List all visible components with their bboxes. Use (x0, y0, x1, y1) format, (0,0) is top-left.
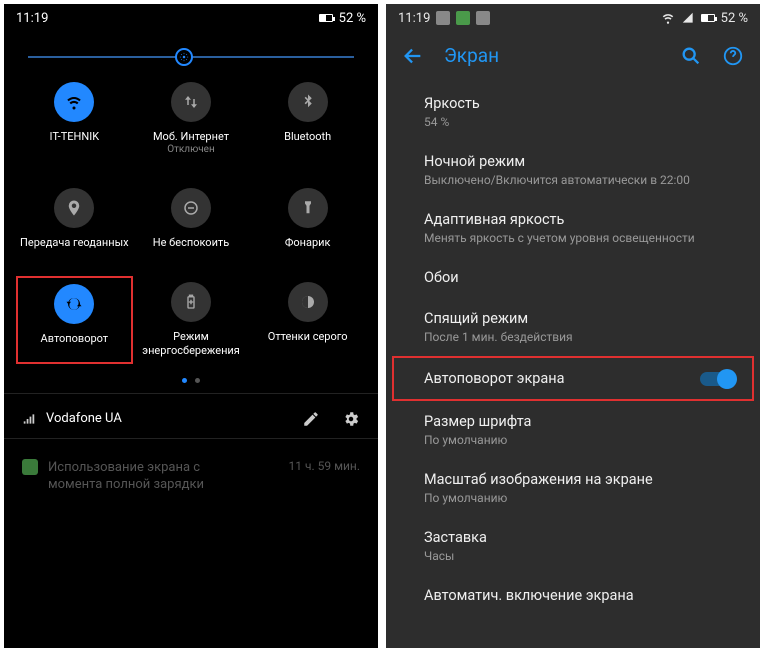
qs-tile-label: Передача геоданных (20, 236, 129, 250)
setting-title: Размер шрифта (424, 413, 531, 430)
signal-status-icon (681, 11, 695, 25)
battery-percent: 52 % (721, 11, 748, 26)
notif-app-icon (22, 459, 38, 475)
qs-tile-sublabel: Отключен (167, 144, 215, 157)
qs-tile-dnd[interactable]: Не беспокоить (133, 182, 250, 256)
help-button[interactable] (722, 45, 744, 67)
setting-brightness[interactable]: Яркость 54 % (386, 83, 760, 141)
carrier-row: Vodafone UA (4, 400, 378, 438)
setting-title: Адаптивная яркость (424, 211, 695, 228)
status-bar: 11:19 52 % (386, 4, 760, 32)
quick-settings-grid: IT-TEHNIK Моб. Интернет Отключен Bluetoo… (4, 68, 378, 364)
qs-tile-label: Моб. Интернет (153, 130, 229, 144)
autorotate-icon (54, 284, 94, 324)
mobile-data-icon (171, 82, 211, 122)
qs-tile-location[interactable]: Передача геоданных (16, 182, 133, 256)
display-settings-screen: 11:19 52 % Экран (386, 4, 760, 648)
setting-title: Автоматич. включение экрана (424, 587, 634, 604)
qs-tile-wifi[interactable]: IT-TEHNIK (16, 76, 133, 162)
setting-auto-screen-on[interactable]: Автоматич. включение экрана (386, 575, 760, 616)
setting-title: Масштаб изображения на экране (424, 471, 653, 488)
qs-tile-label: Bluetooth (284, 130, 331, 144)
wifi-icon (54, 82, 94, 122)
setting-sub: По умолчанию (424, 433, 531, 447)
battery-percent: 52 % (339, 11, 366, 26)
quick-settings-panel: 11:19 52 % IT-TEHNIK Моб. Интернет Отклю… (4, 4, 378, 648)
status-app-icon (456, 11, 470, 25)
setting-autorotate[interactable]: Автоповорот экрана (392, 356, 754, 401)
dnd-icon (171, 188, 211, 228)
setting-title: Спящий режим (424, 310, 573, 327)
qs-tile-label: Оттенки серого (268, 330, 348, 344)
bluetooth-icon (288, 82, 328, 122)
setting-sub: Часы (424, 549, 487, 563)
brightness-thumb-icon[interactable] (175, 48, 193, 66)
qs-tile-label: Автоповорот (41, 332, 109, 346)
battery-icon (319, 14, 333, 22)
setting-sleep[interactable]: Спящий режим После 1 мин. бездействия (386, 298, 760, 356)
pager-dot (182, 378, 187, 383)
pager-dots (4, 364, 378, 393)
setting-title: Автоповорот экрана (424, 370, 565, 387)
qs-tile-label: Режим энергосбережения (137, 330, 246, 358)
qs-tile-label: IT-TEHNIK (50, 130, 100, 144)
setting-display-scale[interactable]: Масштаб изображения на экране По умолчан… (386, 459, 760, 517)
carrier-name: Vodafone UA (46, 411, 122, 426)
qs-tile-flashlight[interactable]: Фонарик (249, 182, 366, 256)
setting-title: Яркость (424, 95, 480, 112)
settings-button[interactable] (342, 410, 360, 428)
notification[interactable]: Использование экрана с момента полной за… (4, 445, 378, 494)
status-time: 11:19 (398, 11, 430, 26)
signal-icon (22, 412, 36, 426)
status-app-icon (436, 11, 450, 25)
qs-tile-bluetooth[interactable]: Bluetooth (249, 76, 366, 162)
setting-sub: Выключено/Включится автоматически в 22:0… (424, 173, 690, 187)
setting-sub: Менять яркость с учетом уровня освещенно… (424, 231, 695, 245)
status-bar: 11:19 52 % (4, 4, 378, 32)
grayscale-icon (288, 282, 328, 322)
qs-tile-mobile-data[interactable]: Моб. Интернет Отключен (133, 76, 250, 162)
setting-wallpaper[interactable]: Обои (386, 257, 760, 298)
setting-title: Заставка (424, 529, 487, 546)
setting-font-size[interactable]: Размер шрифта По умолчанию (386, 401, 760, 459)
pager-dot (195, 378, 200, 383)
notif-title: Использование экрана с (48, 459, 204, 477)
setting-screensaver[interactable]: Заставка Часы (386, 517, 760, 575)
battery-icon (701, 14, 715, 22)
setting-sub: По умолчанию (424, 491, 653, 505)
back-button[interactable] (402, 45, 424, 67)
setting-title: Ночной режим (424, 153, 690, 170)
status-app-icons (436, 11, 490, 25)
notif-sub: момента полной зарядки (48, 476, 204, 494)
qs-tile-battery-saver[interactable]: Режим энергосбережения (133, 276, 250, 364)
setting-adaptive-brightness[interactable]: Адаптивная яркость Менять яркость с учет… (386, 199, 760, 257)
battery-saver-icon (171, 282, 211, 322)
notif-time: 11 ч. 59 мин. (288, 459, 360, 473)
settings-list: Яркость 54 % Ночной режим Выключено/Вклю… (386, 79, 760, 616)
location-icon (54, 188, 94, 228)
status-app-icon (476, 11, 490, 25)
divider (4, 393, 378, 394)
search-button[interactable] (680, 45, 702, 67)
divider (4, 438, 378, 439)
wifi-status-icon (661, 11, 675, 25)
toggle-switch[interactable] (700, 372, 734, 386)
page-title: Экран (444, 44, 660, 67)
appbar: Экран (386, 32, 760, 79)
status-time: 11:19 (16, 11, 48, 26)
qs-tile-label: Не беспокоить (153, 236, 229, 250)
brightness-slider[interactable] (4, 32, 378, 68)
edit-button[interactable] (302, 410, 320, 428)
qs-tile-label: Фонарик (285, 236, 331, 250)
setting-night-mode[interactable]: Ночной режим Выключено/Включится автомат… (386, 141, 760, 199)
qs-tile-grayscale[interactable]: Оттенки серого (249, 276, 366, 364)
flashlight-icon (288, 188, 328, 228)
qs-tile-autorotate[interactable]: Автоповорот (16, 276, 133, 364)
setting-title: Обои (424, 269, 459, 286)
setting-sub: После 1 мин. бездействия (424, 330, 573, 344)
setting-sub: 54 % (424, 115, 480, 129)
